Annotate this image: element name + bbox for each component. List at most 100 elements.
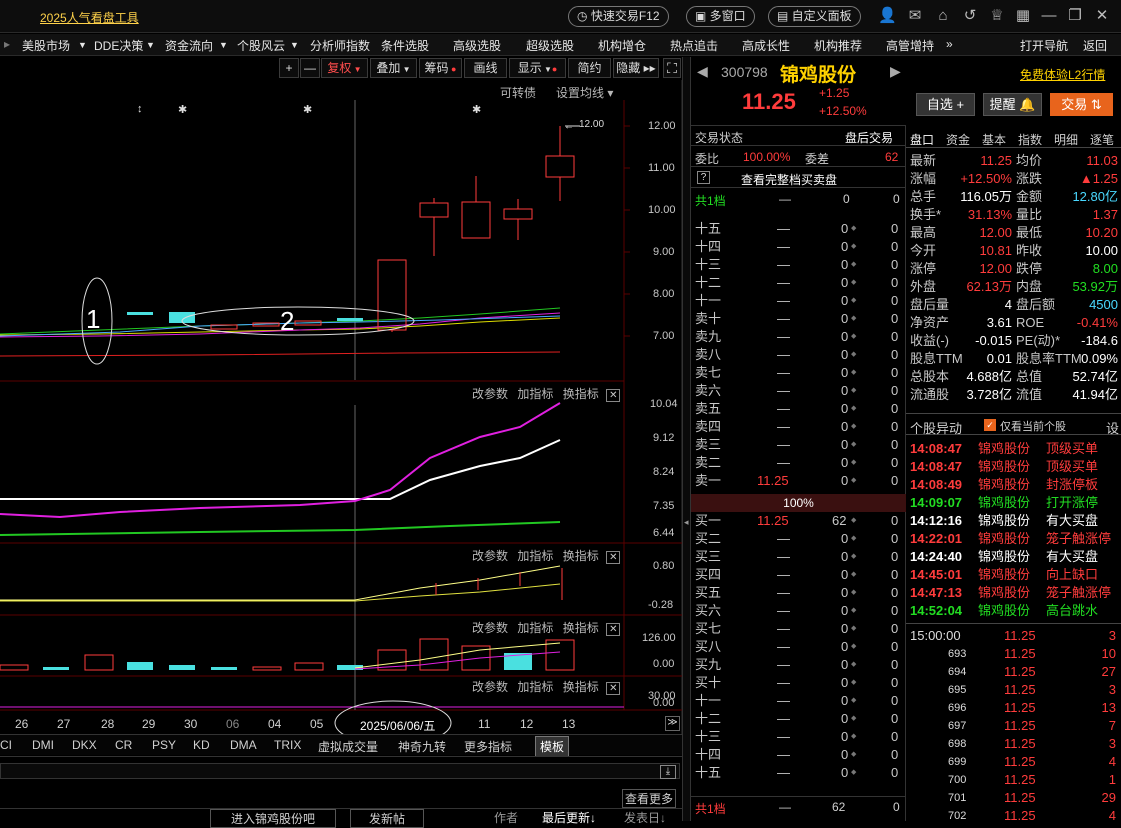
tab-trix[interactable]: TRIX [274,738,301,752]
grid-icon[interactable]: ▦ [1014,7,1032,25]
menu-scroll-arrow[interactable]: ▸ [4,37,10,51]
author-header[interactable]: 作者 [494,809,518,826]
menu-item[interactable]: 热点追击 [670,37,718,54]
close-icon[interactable]: ✕ [606,623,621,636]
marker[interactable]: ✱ [178,103,187,116]
tab-psy[interactable]: PSY [152,738,176,752]
home-icon[interactable]: ⌂ [934,7,952,25]
tab-cr[interactable]: CR [115,738,132,752]
add-indicator-link[interactable]: 加指标 [517,387,553,401]
menu-item[interactable]: 机构推荐 [814,37,862,54]
user-icon[interactable]: 👤 [878,7,897,25]
change-indicator-link[interactable]: 换指标 [563,549,599,563]
mail-icon[interactable]: ✉ [906,7,924,25]
menu-item[interactable]: 机构增仓 [598,37,646,54]
trade-button[interactable]: 交易 ⇅ [1050,93,1113,116]
hide-button[interactable]: 隐藏 ▸▸ [613,58,659,78]
settings-link[interactable]: 设 [1106,418,1119,437]
menu-item[interactable]: 美股市场 [22,37,70,54]
display-button[interactable]: 显示 ▼● [509,58,566,78]
event-stock: 锦鸡股份 [978,585,1031,600]
app-title[interactable]: 2025人气看盘工具 [40,9,139,26]
zoom-out-button[interactable]: — [300,58,320,78]
marker[interactable]: ✱ [472,103,481,116]
prev-stock-icon[interactable]: ◀ [697,63,708,80]
adjust-button[interactable]: 复权 ▼ [321,58,368,78]
expand-icon[interactable]: ⛶ [663,58,681,78]
minimize-icon[interactable]: — [1040,7,1058,25]
edit-params-link[interactable]: 改参数 [472,680,508,694]
posted-header[interactable]: 发表日↓ [624,809,666,826]
open-nav-link[interactable]: 打开导航 [1020,37,1068,54]
shirt-icon[interactable]: ♕ [988,7,1006,25]
checkbox-icon[interactable]: ✓ [984,419,996,431]
tab-ci[interactable]: CI [0,738,12,752]
close-icon[interactable]: ✕ [606,551,621,564]
menu-item[interactable]: 资金流向 [165,37,213,54]
undo-icon[interactable]: ↺ [961,7,979,25]
marker[interactable]: ↕ [137,103,143,115]
level-extra: 0 [891,531,899,546]
simple-button[interactable]: 简约 [568,58,611,78]
back-link[interactable]: 返回 [1083,37,1107,54]
menu-item[interactable]: 高级选股 [453,37,501,54]
help-icon[interactable]: ? [697,171,710,184]
tab-index[interactable]: 指数 [1018,131,1042,148]
quick-trade-button[interactable]: ◷ 快速交易F12 [568,6,669,27]
edit-params-link[interactable]: 改参数 [472,549,508,563]
tab-funds[interactable]: 资金 [946,131,970,148]
tab-more-indicators[interactable]: 更多指标 [464,738,512,755]
edit-params-link[interactable]: 改参数 [472,621,508,635]
menu-item[interactable]: 个股风云 [237,37,285,54]
menu-item[interactable]: 条件选股 [381,37,429,54]
overlay-button[interactable]: 叠加 ▼ [370,58,417,78]
custom-panel-button[interactable]: ▤ 自定义面板 [768,6,861,27]
tab-basic[interactable]: 基本 [982,131,1006,148]
edit-params-link[interactable]: 改参数 [472,387,508,401]
change-indicator-link[interactable]: 换指标 [563,387,599,401]
menu-more[interactable]: » [946,37,953,51]
close-icon[interactable]: ✕ [606,682,621,695]
add-indicator-link[interactable]: 加指标 [517,621,553,635]
full-book-row[interactable]: ? 查看完整档买卖盘 [691,168,906,188]
tab-virtual-volume[interactable]: 虚拟成交量 [318,738,378,755]
chips-button[interactable]: 筹码 ● [419,58,462,78]
tab-detail[interactable]: 明细 [1054,131,1078,148]
tab-template[interactable]: 模板 [535,736,570,757]
more-posts-button[interactable]: 查看更多 [622,789,677,808]
next-stock-icon[interactable]: ▶ [890,63,901,80]
l2-promo-link[interactable]: 免费体验L2行情 [1020,66,1105,83]
tab-pankou[interactable]: 盘口 [910,131,934,148]
new-post-button[interactable]: 发新帖 [350,809,425,828]
menu-item[interactable]: 超级选股 [526,37,574,54]
draw-line-button[interactable]: 画线 [464,58,507,78]
multi-window-button[interactable]: ▣ 多窗口 [686,6,755,27]
alert-button[interactable]: 提醒 🔔 [983,93,1042,116]
menu-item[interactable]: 高成长性 [742,37,790,54]
menu-item[interactable]: 高管增持 [886,37,934,54]
add-indicator-link[interactable]: 加指标 [517,680,553,694]
change-indicator-link[interactable]: 换指标 [563,621,599,635]
download-icon[interactable]: ⤓ [660,765,676,779]
add-indicator-link[interactable]: 加指标 [517,549,553,563]
menu-item[interactable]: DDE决策 [94,37,143,54]
close-icon[interactable]: ✕ [606,389,621,402]
marker[interactable]: ✱ [303,103,312,116]
kline-chart[interactable]: ← [0,80,682,740]
menu-item[interactable]: 分析师指数 [310,37,370,54]
watchlist-button[interactable]: 自选 + [916,93,975,116]
restore-icon[interactable]: ❐ [1066,7,1084,25]
tab-dmi[interactable]: DMI [32,738,54,752]
change-indicator-link[interactable]: 换指标 [563,680,599,694]
tab-kd[interactable]: KD [193,738,210,752]
tab-tick[interactable]: 逐笔 [1090,131,1114,148]
last-updated-header[interactable]: 最后更新↓ [542,809,596,826]
close-icon[interactable]: ✕ [1093,7,1111,25]
tab-dkx[interactable]: DKX [72,738,97,752]
zoom-in-button[interactable]: + [279,58,299,78]
forum-link[interactable]: 进入锦鸡股份吧 [210,809,337,828]
scroll-right-icon[interactable]: ≫ [665,716,680,731]
pane-splitter[interactable]: ◂ [682,57,690,821]
tab-dma[interactable]: DMA [230,738,257,752]
tab-magic-nine[interactable]: 神奇九转 [398,738,446,755]
